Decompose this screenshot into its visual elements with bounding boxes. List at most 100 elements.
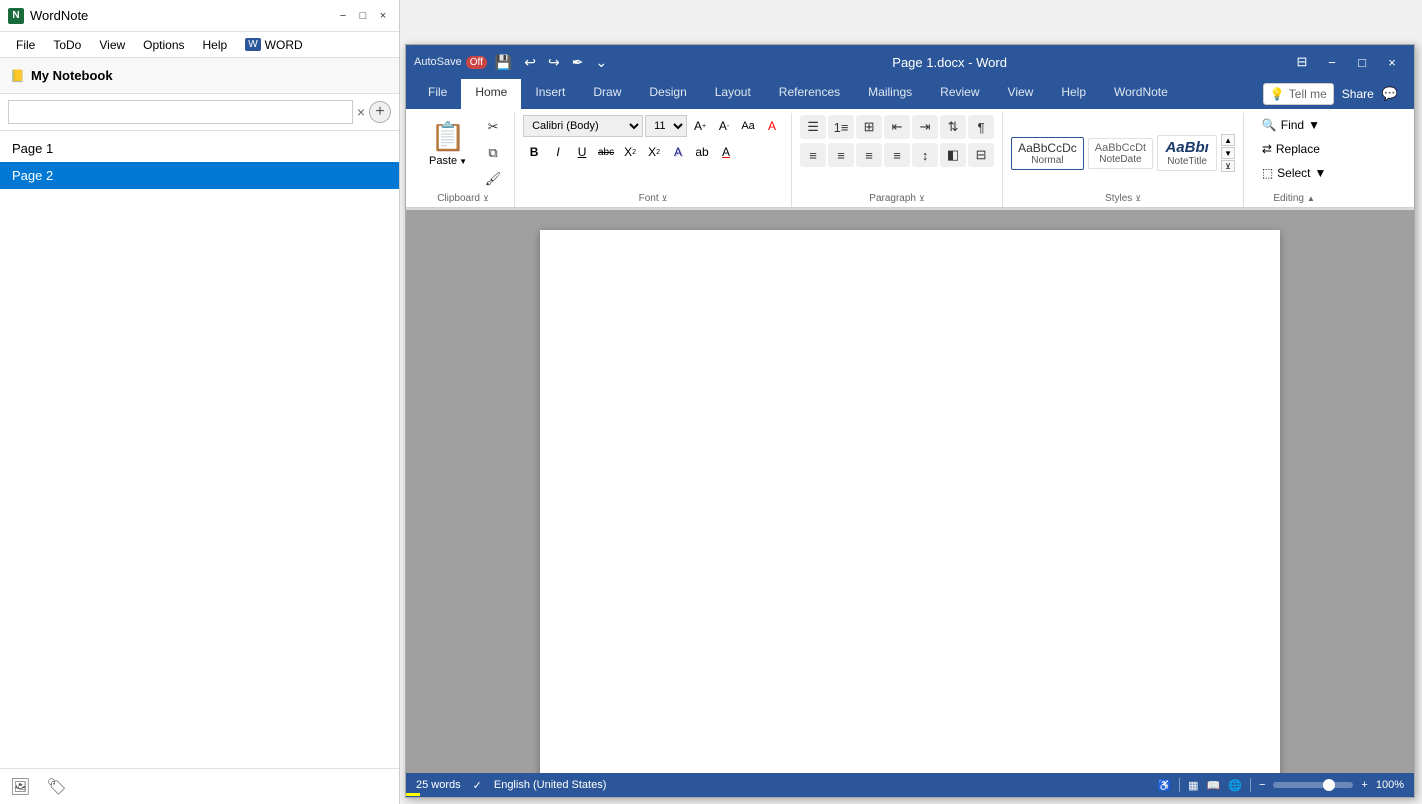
line-spacing-button[interactable]: ↕ bbox=[912, 143, 938, 167]
borders-button[interactable]: ⊟ bbox=[968, 143, 994, 167]
find-button[interactable]: 🔍 Find ▼ bbox=[1255, 115, 1327, 135]
style-scroll-up[interactable]: ▲ bbox=[1221, 134, 1235, 146]
view-read-icon[interactable]: 📖 bbox=[1207, 779, 1221, 792]
image-icon[interactable]: 🖼 bbox=[10, 777, 30, 797]
paragraph-expand-icon[interactable]: ⊻ bbox=[919, 194, 925, 203]
pen-button[interactable]: ✒ bbox=[568, 52, 588, 73]
undo-button[interactable]: ↩ bbox=[520, 52, 540, 73]
format-painter-button[interactable]: 🖌 bbox=[480, 167, 506, 191]
align-right-button[interactable]: ≡ bbox=[856, 143, 882, 167]
text-highlight-button[interactable]: ab bbox=[691, 141, 713, 163]
redo-button[interactable]: ↪ bbox=[544, 52, 564, 73]
editing-expand-icon[interactable]: ▲ bbox=[1307, 194, 1315, 203]
tab-help[interactable]: Help bbox=[1047, 79, 1100, 111]
language[interactable]: English (United States) bbox=[494, 779, 607, 791]
menu-help[interactable]: Help bbox=[195, 36, 236, 54]
tab-references[interactable]: References bbox=[765, 79, 854, 111]
share-button[interactable]: Share bbox=[1342, 87, 1374, 101]
paste-button[interactable]: 📋 Paste ▼ bbox=[420, 115, 476, 172]
tab-review[interactable]: Review bbox=[926, 79, 993, 111]
tag-icon[interactable]: 🏷 bbox=[46, 777, 66, 797]
wordnote-minimize-button[interactable]: − bbox=[335, 8, 351, 24]
word-minimize-side-button[interactable]: ⊟ bbox=[1288, 48, 1316, 76]
subscript-button[interactable]: X2 bbox=[619, 141, 641, 163]
style-scroll-expand[interactable]: ⊻ bbox=[1221, 160, 1235, 172]
tab-draw[interactable]: Draw bbox=[579, 79, 635, 111]
superscript-button[interactable]: X2 bbox=[643, 141, 665, 163]
menu-file[interactable]: File bbox=[8, 36, 43, 54]
wordnote-maximize-button[interactable]: □ bbox=[355, 8, 371, 24]
select-button[interactable]: ⬚ Select ▼ bbox=[1255, 163, 1334, 183]
word-minimize-button[interactable]: − bbox=[1318, 48, 1346, 76]
text-effect-button[interactable]: A bbox=[667, 141, 689, 163]
style-notedate[interactable]: AaBbCcDt NoteDate bbox=[1088, 138, 1153, 169]
justify-button[interactable]: ≡ bbox=[884, 143, 910, 167]
view-normal-icon[interactable]: ▦ bbox=[1188, 779, 1198, 792]
tab-design[interactable]: Design bbox=[635, 79, 700, 111]
zoom-out-button[interactable]: − bbox=[1259, 779, 1265, 791]
word-maximize-button[interactable]: □ bbox=[1348, 48, 1376, 76]
comments-icon[interactable]: 💬 bbox=[1382, 86, 1398, 102]
tab-insert[interactable]: Insert bbox=[521, 79, 579, 111]
font-color-button[interactable]: A bbox=[715, 141, 737, 163]
zoom-level[interactable]: 100% bbox=[1376, 779, 1404, 791]
style-normal[interactable]: AaBbCcDc Normal bbox=[1011, 137, 1084, 170]
accessibility-icon[interactable]: ♿ bbox=[1157, 779, 1171, 792]
tab-mailings[interactable]: Mailings bbox=[854, 79, 926, 111]
menu-todo[interactable]: ToDo bbox=[45, 36, 89, 54]
proofing-icon[interactable]: ✓ bbox=[473, 779, 482, 792]
word-close-button[interactable]: × bbox=[1378, 48, 1406, 76]
font-grow-button[interactable]: A+ bbox=[689, 115, 711, 137]
numbering-button[interactable]: 1≡ bbox=[828, 115, 854, 139]
copy-button[interactable]: ⧉ bbox=[480, 141, 506, 165]
style-notetitle[interactable]: AaBbı NoteTitle bbox=[1157, 135, 1217, 171]
wordnote-close-button[interactable]: × bbox=[375, 8, 391, 24]
font-shrink-button[interactable]: A- bbox=[713, 115, 735, 137]
clipboard-expand-icon[interactable]: ⊻ bbox=[483, 194, 489, 203]
font-expand-icon[interactable]: ⊻ bbox=[662, 194, 668, 203]
menu-view[interactable]: View bbox=[91, 36, 133, 54]
tab-home[interactable]: Home bbox=[461, 79, 521, 111]
font-size-select[interactable]: 11 bbox=[645, 115, 687, 137]
qat-more-button[interactable]: ⌄ bbox=[592, 52, 612, 73]
tab-view[interactable]: View bbox=[994, 79, 1048, 111]
search-clear-button[interactable]: × bbox=[357, 104, 365, 120]
clear-formatting-button[interactable]: A bbox=[761, 115, 783, 137]
view-web-icon[interactable]: 🌐 bbox=[1228, 779, 1242, 792]
sort-button[interactable]: ⇅ bbox=[940, 115, 966, 139]
zoom-slider[interactable] bbox=[1273, 782, 1353, 788]
page-item-page2[interactable]: Page 2 bbox=[0, 162, 399, 189]
styles-expand-icon[interactable]: ⊻ bbox=[1135, 194, 1141, 203]
align-center-button[interactable]: ≡ bbox=[828, 143, 854, 167]
show-hide-button[interactable]: ¶ bbox=[968, 115, 994, 139]
shading-button[interactable]: ◧ bbox=[940, 143, 966, 167]
change-case-button[interactable]: Aa bbox=[737, 115, 759, 137]
search-input[interactable] bbox=[8, 100, 353, 124]
font-name-select[interactable]: Calibri (Body) bbox=[523, 115, 643, 137]
italic-button[interactable]: I bbox=[547, 141, 569, 163]
word-count[interactable]: 25 words bbox=[416, 779, 461, 791]
style-scroll-down[interactable]: ▼ bbox=[1221, 147, 1235, 159]
cut-button[interactable]: ✂ bbox=[480, 115, 506, 139]
tab-layout[interactable]: Layout bbox=[701, 79, 765, 111]
underline-button[interactable]: U bbox=[571, 141, 593, 163]
ribbon-group-paragraph: ☰ 1≡ ⊞ ⇤ ⇥ ⇅ ¶ ≡ ≡ ≡ ≡ ↕ ◧ bbox=[792, 113, 1003, 207]
bullets-button[interactable]: ☰ bbox=[800, 115, 826, 139]
replace-button[interactable]: ⇄ Replace bbox=[1255, 139, 1327, 159]
word-page[interactable] bbox=[540, 230, 1280, 773]
page-item-page1[interactable]: Page 1 bbox=[0, 135, 399, 162]
tab-wordnote[interactable]: WordNote bbox=[1100, 79, 1182, 111]
align-left-button[interactable]: ≡ bbox=[800, 143, 826, 167]
bold-button[interactable]: B bbox=[523, 141, 545, 163]
add-page-button[interactable]: + bbox=[369, 101, 391, 123]
decrease-indent-button[interactable]: ⇤ bbox=[884, 115, 910, 139]
tab-file[interactable]: File bbox=[414, 79, 461, 111]
multilevel-button[interactable]: ⊞ bbox=[856, 115, 882, 139]
save-button[interactable]: 💾 bbox=[491, 52, 516, 73]
menu-options[interactable]: Options bbox=[135, 36, 192, 54]
tell-me-area[interactable]: 💡 Tell me bbox=[1263, 83, 1334, 105]
strikethrough-button[interactable]: abc bbox=[595, 141, 617, 163]
zoom-in-button[interactable]: + bbox=[1361, 779, 1367, 791]
menu-word[interactable]: W WORD bbox=[237, 36, 310, 54]
increase-indent-button[interactable]: ⇥ bbox=[912, 115, 938, 139]
